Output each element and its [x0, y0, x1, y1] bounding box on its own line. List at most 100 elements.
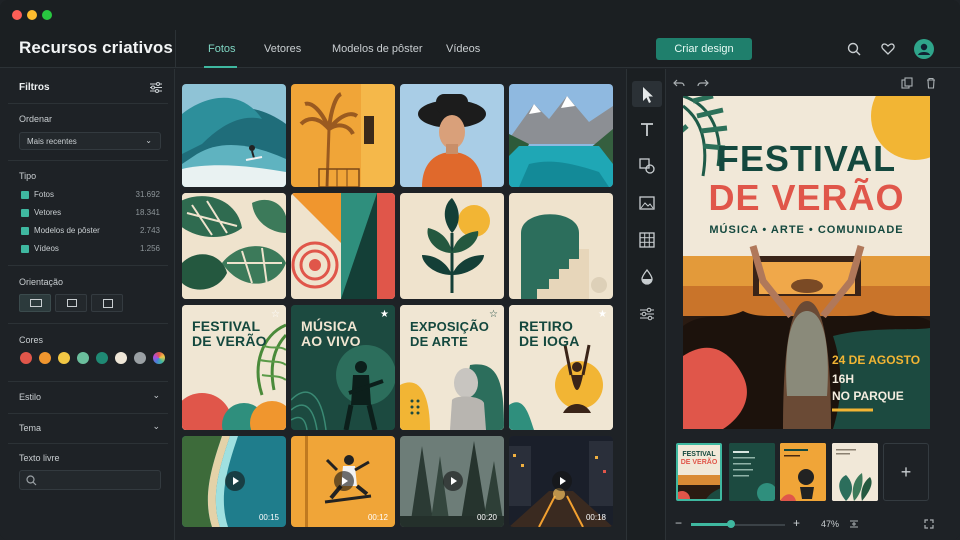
color-swatch-mint[interactable] — [77, 352, 89, 364]
wave-surfer-photo — [182, 84, 286, 187]
add-page-button[interactable]: + — [883, 443, 929, 501]
text-tool-icon — [641, 123, 653, 136]
tab-vetores[interactable]: Vetores — [264, 43, 301, 55]
zoom-slider-handle[interactable] — [727, 520, 735, 528]
type-vetores-count: 18.341 — [135, 208, 160, 217]
video-card-city[interactable]: 00:18 — [509, 436, 613, 527]
tab-modelos-poster[interactable]: Modelos de pôster — [332, 43, 423, 55]
filter-settings-icon[interactable] — [150, 82, 162, 93]
checkbox-videos[interactable] — [21, 245, 29, 253]
photo-card-woman[interactable] — [400, 84, 504, 187]
play-button-icon[interactable] — [443, 471, 463, 491]
favorite-star-icon[interactable]: ☆ — [271, 309, 280, 320]
poster-card-festival[interactable]: ☆ FESTIVAL DE VERÃO — [182, 305, 286, 430]
favorite-star-icon[interactable]: ★ — [598, 309, 607, 320]
fit-to-screen-icon[interactable] — [849, 519, 859, 529]
poster-time[interactable]: 16H — [832, 372, 854, 386]
vector-card-plant[interactable] — [400, 193, 504, 299]
color-swatch-gray[interactable] — [134, 352, 146, 364]
maximize-window-button[interactable] — [42, 10, 52, 20]
poster-card-retiro[interactable]: ★ RETIRO DE IOGA — [509, 305, 613, 430]
redo-icon[interactable] — [697, 77, 709, 89]
page-thumbnail-2[interactable] — [729, 443, 775, 501]
checkbox-vetores[interactable] — [21, 209, 29, 217]
select-tool-button[interactable] — [632, 81, 662, 107]
zoom-out-button[interactable]: − — [675, 516, 682, 530]
divider — [8, 381, 168, 382]
play-button-icon[interactable] — [552, 471, 572, 491]
poster-title-line2[interactable]: DE VERÃO — [683, 179, 930, 217]
color-swatch-multicolor[interactable] — [153, 352, 165, 364]
freetext-search-input[interactable] — [19, 470, 161, 490]
minimize-window-button[interactable] — [27, 10, 37, 20]
zoom-in-button[interactable]: + — [793, 516, 800, 530]
portrait-icon — [103, 299, 113, 308]
brand-title: Recursos criativos — [19, 38, 173, 57]
image-tool-button[interactable] — [639, 195, 655, 211]
theme-label[interactable]: Tema — [19, 423, 41, 433]
poster-title: RETIRO DE IOGA — [519, 319, 580, 349]
user-avatar-icon[interactable] — [914, 39, 934, 59]
poster-title-line1[interactable]: FESTIVAL — [683, 140, 930, 178]
vector-card-monstera[interactable] — [182, 193, 286, 299]
play-button-icon[interactable] — [225, 471, 245, 491]
image-icon — [639, 196, 655, 210]
photo-card-palm[interactable] — [291, 84, 395, 187]
video-card-forest[interactable]: 00:20 — [400, 436, 504, 527]
color-swatch-yellow[interactable] — [58, 352, 70, 364]
poster-card-musica[interactable]: ★ MÚSICA AO VIVO — [291, 305, 395, 430]
checkbox-modelos-poster[interactable] — [21, 227, 29, 235]
poster-title: FESTIVAL DE VERÃO — [192, 319, 267, 349]
video-card-skate[interactable]: 00:12 — [291, 436, 395, 527]
page-thumbnail-3[interactable] — [780, 443, 826, 501]
vector-card-arch[interactable] — [509, 193, 613, 299]
type-modelos-label: Modelos de pôster — [34, 226, 100, 235]
chevron-down-icon[interactable]: ⌄ — [152, 390, 160, 401]
favorite-star-icon[interactable]: ☆ — [489, 309, 498, 320]
undo-icon[interactable] — [673, 77, 685, 89]
trash-icon[interactable] — [925, 77, 937, 89]
orientation-square-button[interactable] — [55, 294, 87, 312]
page-thumbnail-1[interactable]: FESTIVAL DE VERÃO — [676, 443, 722, 501]
shapes-tool-button[interactable] — [639, 158, 655, 174]
filters-sidebar: Filtros Ordenar Mais recentes ⌄ Tipo Fot… — [0, 69, 175, 540]
video-duration: 00:15 — [258, 513, 279, 522]
search-icon[interactable] — [847, 42, 861, 56]
photo-card-lake[interactable] — [509, 84, 613, 187]
order-select[interactable]: Mais recentes ⌄ — [19, 132, 161, 150]
poster-tagline[interactable]: MÚSICA • ARTE • COMUNIDADE — [683, 224, 930, 236]
orientation-portrait-button[interactable] — [91, 294, 123, 312]
color-swatch-cream[interactable] — [115, 352, 127, 364]
create-design-button[interactable]: Criar design — [656, 38, 752, 60]
adjust-tool-button[interactable] — [639, 306, 655, 322]
checkbox-fotos[interactable] — [21, 191, 29, 199]
vector-card-geometric[interactable] — [291, 193, 395, 299]
poster-card-exposicao[interactable]: ☆ EXPOSIÇÃO DE ARTE — [400, 305, 504, 430]
favorite-star-icon[interactable]: ★ — [380, 309, 389, 320]
tab-videos[interactable]: Vídeos — [446, 43, 480, 55]
orientation-landscape-button[interactable] — [19, 294, 51, 312]
divider — [8, 103, 168, 104]
photo-card-wave[interactable] — [182, 84, 286, 187]
play-button-icon[interactable] — [334, 471, 354, 491]
poster-canvas[interactable]: FESTIVAL DE VERÃO MÚSICA • ARTE • COMUNI… — [683, 96, 930, 429]
close-window-button[interactable] — [12, 10, 22, 20]
grid-tool-button[interactable] — [639, 232, 655, 248]
page-thumbnail-4[interactable] — [832, 443, 878, 501]
fullscreen-icon[interactable] — [924, 519, 934, 529]
video-card-beach[interactable]: 00:15 — [182, 436, 286, 527]
app-window: Recursos criativos Fotos Vetores Modelos… — [0, 0, 960, 540]
text-tool-button[interactable] — [639, 122, 655, 138]
chevron-down-icon[interactable]: ⌄ — [152, 421, 160, 432]
tab-fotos[interactable]: Fotos — [208, 43, 236, 55]
poster-date[interactable]: 24 DE AGOSTO — [832, 353, 920, 367]
style-label[interactable]: Estilo — [19, 392, 41, 402]
color-swatch-red[interactable] — [20, 352, 32, 364]
duplicate-icon[interactable] — [901, 77, 913, 89]
heart-icon[interactable] — [881, 42, 895, 56]
color-swatch-orange[interactable] — [39, 352, 51, 364]
results-grid: ☆ FESTIVAL DE VERÃO ★ MÚSICA AO VIVO ☆ E… — [175, 69, 625, 540]
poster-place[interactable]: NO PARQUE — [832, 389, 904, 403]
color-swatch-teal[interactable] — [96, 352, 108, 364]
color-fill-tool-button[interactable] — [639, 268, 655, 285]
